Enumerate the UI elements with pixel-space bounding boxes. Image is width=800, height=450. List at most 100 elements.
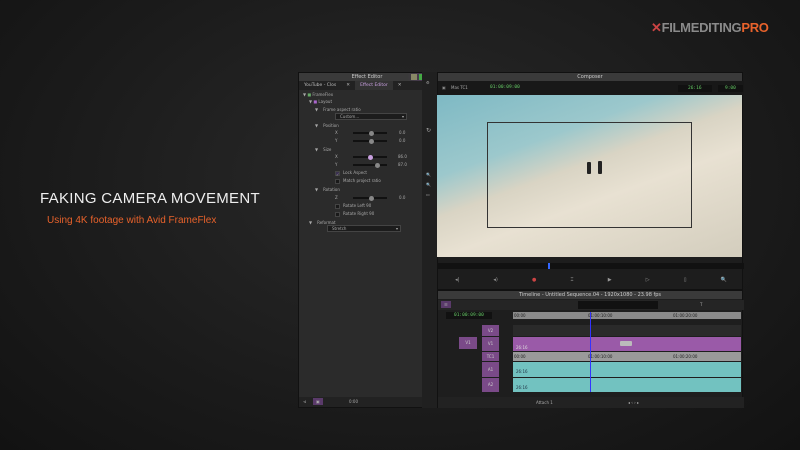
frame-aspect-label: ▼ Frame aspect ratio xyxy=(315,107,361,112)
track-v1-clip[interactable]: 26:16 xyxy=(513,337,741,351)
composer-titlebar: Composer xyxy=(438,73,742,81)
frame-aspect-dropdown[interactable]: Custom... ▾ xyxy=(335,113,407,120)
effect-icon[interactable] xyxy=(620,341,632,346)
ruler-tick: 01:00:10:00 xyxy=(588,313,613,318)
slider-knob[interactable] xyxy=(375,162,380,168)
counter-display: 9:00 xyxy=(718,85,743,92)
text-tool-icon[interactable]: T xyxy=(700,302,702,307)
clip-duration: 26:16 xyxy=(516,369,528,374)
pos-x-slider[interactable] xyxy=(353,130,387,136)
minimize-icon[interactable] xyxy=(411,74,417,80)
group-layout[interactable]: ▼ ■ Layout xyxy=(309,99,332,104)
source-label[interactable]: Mas TC1 xyxy=(451,85,468,90)
step-back-icon[interactable]: ◂| xyxy=(455,277,459,283)
clip-duration: 26:16 xyxy=(516,385,528,390)
logo-mark: ✕ xyxy=(651,20,662,35)
ruler-tick: 01:00:20:00 xyxy=(673,313,698,318)
tc-tick: 01:00:20:00 xyxy=(673,354,698,359)
composer-title: Composer xyxy=(577,74,603,80)
rot-z-label: Z xyxy=(335,195,338,200)
track-a2-clip[interactable]: 26:16 xyxy=(513,378,741,392)
timeline-toolbar: ☰ T xyxy=(438,300,744,310)
mark-icon[interactable]: ⌶ xyxy=(571,277,574,283)
position-label: ▼ Position xyxy=(315,123,339,128)
rot-z-value[interactable]: 0.0 xyxy=(399,195,405,200)
track-a1-clip[interactable]: 26:16 xyxy=(513,362,741,377)
tc-tick: 00:00 xyxy=(514,354,526,359)
filmeditingpro-logo: ✕FILMEDITINGPRO xyxy=(651,20,769,36)
rotate-icon[interactable]: ↻ xyxy=(426,127,431,134)
person-figure xyxy=(587,162,591,174)
tc-tick: 01:00:10:00 xyxy=(588,354,613,359)
rotate-left-button[interactable]: Rotate Left 90 xyxy=(335,203,371,209)
track-a1-button[interactable]: A1 xyxy=(482,362,499,377)
frameflex-bounding-box[interactable] xyxy=(487,122,692,228)
timeline-timecode: 01:00:09:00 xyxy=(446,312,492,319)
effect-editor-title: Effect Editor xyxy=(351,74,383,80)
footer-label[interactable]: Attach 1 xyxy=(536,400,553,405)
pos-y-value[interactable]: 0.0 xyxy=(399,138,405,143)
video-viewer[interactable] xyxy=(437,95,742,257)
duration-display: 26:16 xyxy=(678,85,712,92)
size-x-label: X xyxy=(335,154,338,159)
back-icon[interactable]: ⊲ xyxy=(303,399,306,404)
fit-icon[interactable]: ▭ xyxy=(426,192,430,197)
pos-x-value[interactable]: 0.0 xyxy=(399,130,405,135)
effect-frameflex[interactable]: ▼ ■ FrameFlex xyxy=(303,92,333,97)
footer-time: 0:00 xyxy=(349,399,358,404)
timeline-menu-button[interactable]: ☰ xyxy=(441,301,451,308)
slider-knob[interactable] xyxy=(369,195,374,201)
track-v1-button[interactable]: V1 xyxy=(482,337,499,351)
size-x-slider[interactable] xyxy=(353,154,387,160)
zoom-icon[interactable]: 🔍 xyxy=(721,277,727,283)
reformat-dropdown[interactable]: Stretch ▾ xyxy=(327,225,401,232)
size-y-value[interactable]: 87.0 xyxy=(398,162,407,167)
logo-main: FILMEDITING xyxy=(661,20,742,35)
play-icon[interactable]: ▶ xyxy=(608,277,612,283)
lock-aspect-checkbox[interactable]: ✓ Lock Aspect xyxy=(335,170,367,177)
rotation-label: ▼ Rotation xyxy=(315,187,340,192)
rot-z-slider[interactable] xyxy=(353,195,387,201)
effect-editor-tabs: YouTube - Clos ✕ Effect Editor ✕ xyxy=(299,81,435,90)
zoom-out-icon[interactable]: 🔍 xyxy=(426,182,431,187)
headline-subtitle: Using 4K footage with Avid FrameFlex xyxy=(47,215,217,226)
timeline-ruler[interactable]: 00:00 01:00:10:00 01:00:20:00 xyxy=(513,312,741,319)
composer-header: ▣ Mas TC1 01:00:09:00 26:16 9:00 xyxy=(438,81,744,95)
playhead[interactable] xyxy=(590,312,591,392)
gear-icon[interactable]: ⚙ xyxy=(426,80,430,85)
headline-title: FAKING CAMERA MOVEMENT xyxy=(40,190,260,207)
split-icon[interactable]: ▯ xyxy=(684,277,687,283)
match-aspect-checkbox[interactable]: Match project ratio xyxy=(335,178,381,184)
menu-icon[interactable]: ▣ xyxy=(442,85,446,90)
track-v2-button[interactable]: V2 xyxy=(482,325,499,336)
slider-knob[interactable] xyxy=(369,138,374,144)
size-y-label: Y xyxy=(335,162,338,167)
nav-arrows[interactable]: ◂ ‹ › ▸ xyxy=(628,400,639,405)
pos-x-label: X xyxy=(335,130,338,135)
slider-knob[interactable] xyxy=(369,130,374,136)
ruler-tick: 00:00 xyxy=(514,313,526,318)
position-bar[interactable] xyxy=(438,263,744,269)
timeline-panel: Timeline - Untitled Sequence.04 - 1920x1… xyxy=(437,290,744,408)
mark-in-icon[interactable]: ◂) xyxy=(493,277,497,283)
track-v2[interactable] xyxy=(513,325,741,336)
track-a2-button[interactable]: A2 xyxy=(482,378,499,392)
composer-timecode: 01:00:09:00 xyxy=(490,85,520,90)
keyframe-button[interactable]: ▣ xyxy=(313,398,323,405)
next-icon[interactable]: ▷ xyxy=(646,277,650,283)
track-tc1-button[interactable]: TC1 xyxy=(482,352,499,361)
size-x-value[interactable]: 86.0 xyxy=(398,154,407,159)
size-y-slider[interactable] xyxy=(353,162,387,168)
timeline-search-field[interactable] xyxy=(578,301,658,309)
tab-youtube-clos[interactable]: YouTube - Clos xyxy=(299,81,341,90)
person-figure xyxy=(598,161,602,174)
zoom-in-icon[interactable]: 🔍 xyxy=(426,172,431,177)
slider-knob[interactable] xyxy=(368,154,373,160)
record-icon[interactable]: ● xyxy=(532,277,536,283)
tab-effect-editor[interactable]: Effect Editor xyxy=(355,81,393,90)
source-track-v1[interactable]: V1 xyxy=(459,337,477,349)
effect-name: FrameFlex xyxy=(312,92,334,97)
pos-y-slider[interactable] xyxy=(353,138,387,144)
rotate-right-button[interactable]: Rotate Right 90 xyxy=(335,211,374,217)
logo-pro: PRO xyxy=(741,20,769,35)
